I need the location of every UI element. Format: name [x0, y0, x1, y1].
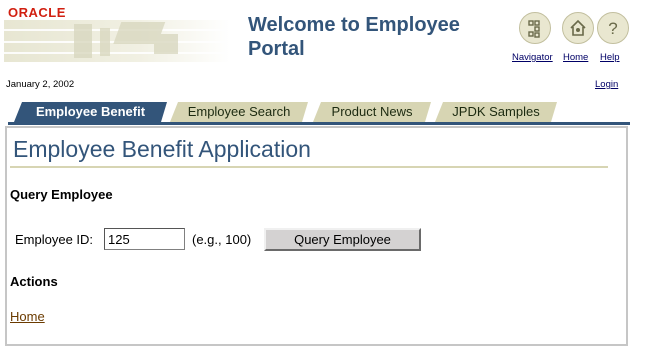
svg-text:?: ?	[608, 19, 617, 38]
current-date: January 2, 2002	[6, 79, 75, 90]
navigator-link[interactable]: Navigator	[512, 52, 553, 63]
home-nav-link[interactable]: Home	[563, 52, 588, 63]
tab-employee-search[interactable]: Employee Search	[170, 102, 308, 122]
portal-title: Welcome to Employee Portal	[248, 14, 460, 60]
tab-label: Employee Benefit	[35, 104, 146, 119]
tab-employee-benefit[interactable]: Employee Benefit	[14, 102, 167, 122]
tab-bar: Employee Benefit Employee Search Product…	[0, 102, 646, 124]
home-action-link[interactable]: Home	[10, 309, 45, 324]
actions-heading: Actions	[10, 274, 58, 289]
query-employee-button[interactable]: Query Employee	[264, 228, 421, 251]
login-link[interactable]: Login	[595, 79, 618, 90]
oracle-logo: ORACLE	[8, 5, 66, 20]
title-divider	[10, 166, 608, 168]
tab-jpdk-samples[interactable]: JPDK Samples	[435, 102, 557, 122]
help-link[interactable]: Help	[600, 52, 620, 63]
tab-label: JPDK Samples	[452, 104, 540, 119]
employee-id-hint: (e.g., 100)	[192, 232, 252, 247]
employee-id-input[interactable]	[104, 228, 185, 250]
query-employee-heading: Query Employee	[10, 187, 113, 202]
tab-label: Product News	[331, 104, 413, 119]
help-icon[interactable]: ?	[597, 12, 629, 44]
tab-product-news[interactable]: Product News	[313, 102, 431, 122]
header-decoration-graphic	[4, 20, 230, 62]
home-icon[interactable]	[562, 12, 594, 44]
navigator-icon[interactable]	[519, 12, 551, 44]
employee-id-label: Employee ID:	[15, 232, 94, 247]
tab-label: Employee Search	[187, 104, 291, 119]
tab-underline	[8, 122, 630, 125]
application-title: Employee Benefit Application	[13, 136, 311, 162]
